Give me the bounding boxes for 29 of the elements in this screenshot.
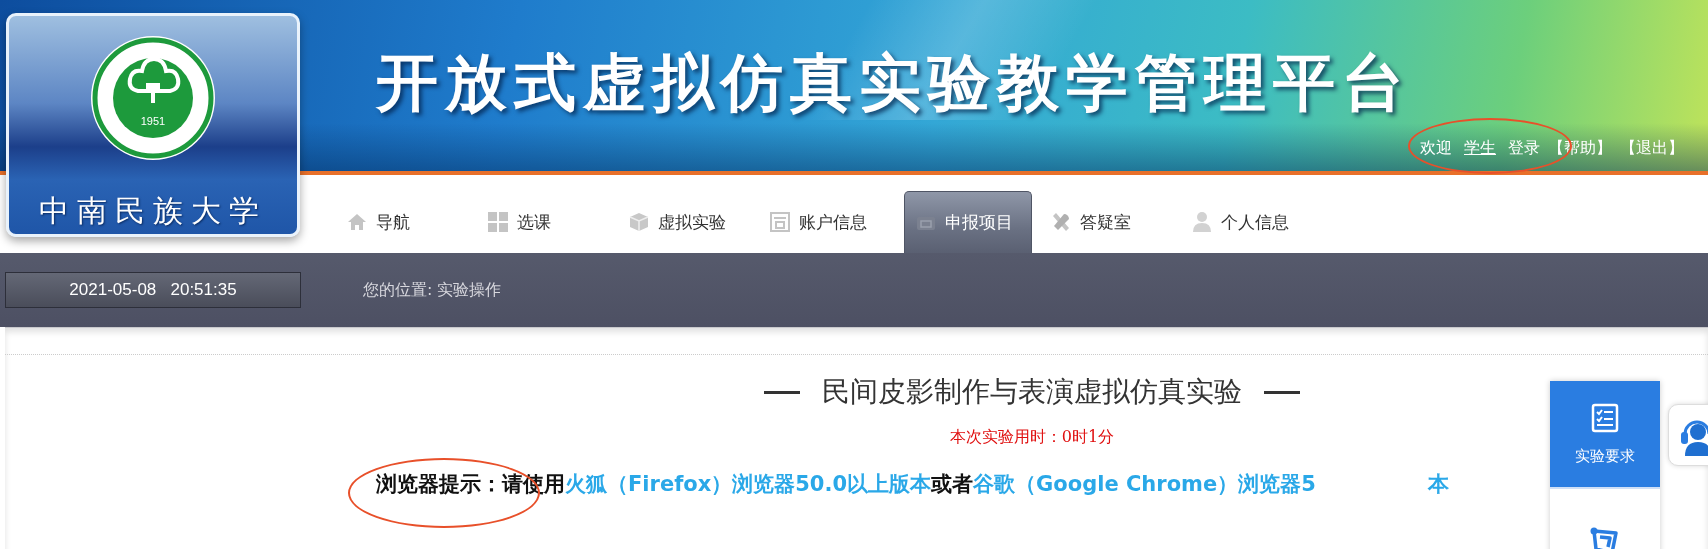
welcome-text: 欢迎 bbox=[1420, 138, 1452, 159]
browser-link[interactable]: 火狐（Firefox）浏览器50.0以上版本 bbox=[565, 472, 932, 496]
grid-icon bbox=[487, 211, 509, 233]
cube-icon bbox=[628, 211, 650, 233]
nav-tab[interactable]: 申报项目 bbox=[904, 191, 1032, 253]
university-seal-icon: 1951 bbox=[88, 33, 218, 163]
nav-tab[interactable]: 虚拟实验 bbox=[618, 191, 759, 253]
timer-text: 本次实验用时：0时1分 bbox=[948, 427, 1116, 448]
university-name: 中南民族大学 bbox=[39, 192, 267, 230]
browser-link[interactable]: 谷歌（Google Chrome）浏览器5 bbox=[973, 472, 1316, 496]
header-link[interactable]: 登录 bbox=[1508, 138, 1540, 159]
date-time: 2021-05-08 20:51:35 bbox=[5, 272, 301, 308]
site-title: 开放式虚拟仿真实验教学管理平台 bbox=[375, 45, 1411, 114]
nav-tab[interactable]: 答疑室 bbox=[1040, 191, 1181, 253]
window-icon bbox=[769, 211, 791, 233]
nav-tab[interactable]: 导航 bbox=[336, 191, 477, 253]
home-icon bbox=[346, 211, 368, 233]
checklist-icon bbox=[1591, 402, 1619, 433]
support-tab[interactable] bbox=[1668, 404, 1708, 466]
nav-tab[interactable]: 账户信息 bbox=[759, 191, 900, 253]
username-link[interactable]: 学生 bbox=[1460, 138, 1500, 159]
browser-link[interactable]: 本 bbox=[1427, 470, 1449, 498]
breadcrumb: 您的位置: 实验操作 bbox=[363, 279, 502, 301]
nav-tab[interactable]: 个人信息 bbox=[1181, 191, 1322, 253]
header-link[interactable]: 【退出】 bbox=[1620, 138, 1684, 159]
person-icon bbox=[1191, 211, 1213, 233]
experiment-title: 民间皮影制作与表演虚拟仿真实验 bbox=[822, 374, 1242, 410]
side-button[interactable]: 实验要求 bbox=[1550, 381, 1660, 489]
nav-tab[interactable]: 选课 bbox=[477, 191, 618, 253]
